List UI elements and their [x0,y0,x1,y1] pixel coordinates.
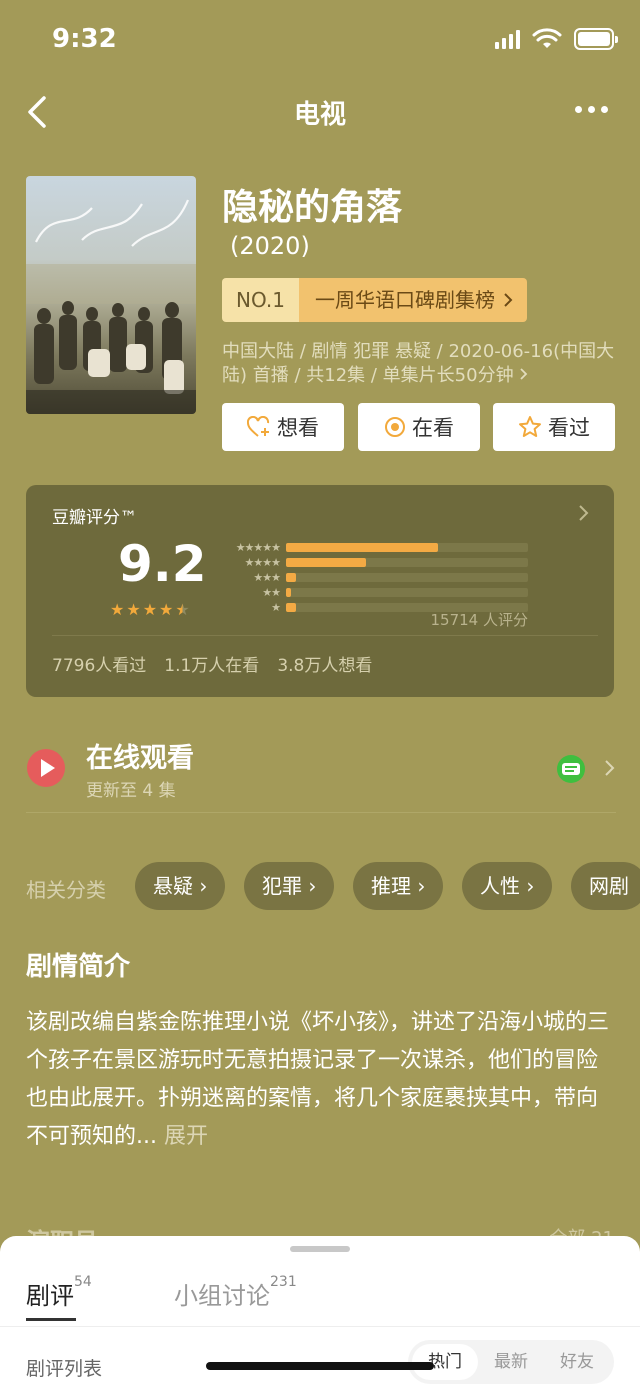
status-bar: 9:32 [0,0,640,80]
rating-dist-3: ★★★ [218,571,528,584]
movie-title: 隐秘的角落 [222,187,403,228]
synopsis-title: 剧情简介 [26,952,131,982]
rank-list-label: 一周华语口碑剧集榜 [314,288,495,312]
tab-underline [26,1318,76,1321]
want-button-label: 想看 [277,416,319,440]
rating-dist-4: ★★★★ [218,556,528,569]
five-stars-icon: ★★★★★ [235,541,281,554]
play-icon [27,749,65,787]
signal-icon [495,29,520,49]
rating-dist-bar [286,573,296,582]
rating-stars: ★ ★ ★ ★ ★ [110,600,190,619]
poster-title-art [35,199,190,247]
one-star-icon: ★ [271,601,281,614]
rank-list-link: 一周华语口碑剧集榜 [298,278,527,322]
rating-stats: 7796人看过 1.1万人在看 3.8万人想看 [52,651,372,676]
sort-latest[interactable]: 最新 [478,1344,544,1380]
online-watch-subtitle: 更新至 4 集 [86,781,176,801]
wifi-icon [532,28,562,48]
movie-meta-text: 中国大陆 / 剧情 犯罪 悬疑 / 2020-06-16(中国大陆) 首播 / … [222,341,615,386]
more-icon[interactable] [575,106,608,113]
divider [26,812,616,813]
chevron-right-icon [504,293,513,307]
chevron-right-icon [605,760,615,776]
iqiyi-icon [557,755,585,783]
tag-chip[interactable]: 悬疑 › [135,862,226,910]
rating-dist-5: ★★★★★ [218,541,528,554]
watching-button[interactable]: 在看 [358,403,480,451]
movie-year: (2020) [230,232,310,260]
tags-label: 相关分类 [26,878,106,902]
home-indicator[interactable] [206,1362,434,1370]
rating-card[interactable]: 豆瓣评分™ 9.2 ★ ★ ★ ★ ★ ★★★★★ ★★★★ ★★★ ★★ ★ 1571… [26,485,614,697]
status-time: 9:32 [52,24,117,54]
rating-star-icon: ★ [126,600,141,619]
rating-star-icon: ★ [159,600,174,619]
synopsis: 该剧改编自紫金陈推理小说《坏小孩》，讲述了沿海小城的三个孩子在景区游玩时无意拍摄… [26,1004,614,1156]
tag-chip[interactable]: 犯罪 › [244,862,335,910]
eye-circle-icon [385,417,405,437]
rank-number: NO.1 [222,278,299,322]
rating-count: 15714 人评分 [430,611,529,629]
rank-badge[interactable]: NO.1 一周华语口碑剧集榜 [222,278,527,322]
sort-friends[interactable]: 好友 [544,1344,610,1380]
heart-plus-icon [247,416,270,437]
nav-bar: 电视 [0,84,640,140]
watching-count: 1.1万人在看 [164,656,260,676]
want-count: 3.8万人想看 [277,656,373,676]
want-button[interactable]: 想看 [222,403,344,451]
watched-count: 7796人看过 [52,656,147,676]
drag-handle[interactable] [290,1246,350,1252]
poster-image[interactable] [26,176,196,414]
sort-switcher: 热门 最新 好友 [408,1340,614,1384]
related-tags-row: 相关分类 悬疑 › 犯罪 › 推理 › 人性 › 网剧 [26,862,640,912]
movie-meta[interactable]: 中国大陆 / 剧情 犯罪 悬疑 / 2020-06-16(中国大陆) 首播 / … [222,340,618,388]
review-list-label: 剧评列表 [26,1358,103,1380]
tag-chip[interactable]: 推理 › [353,862,444,910]
page-title: 电视 [293,100,346,130]
rating-dist-bar [286,603,296,612]
rating-dist-2: ★★ [218,586,528,599]
watched-button[interactable]: 看过 [493,403,615,451]
rating-dist-1: ★ [218,601,528,614]
rating-dist-bar [286,543,439,552]
four-stars-icon: ★★★★ [244,556,281,569]
tag-chip[interactable]: 网剧 [571,862,640,910]
tag-chip[interactable]: 人性 › [462,862,553,910]
watching-button-label: 在看 [412,416,454,440]
rating-dist-bar [286,558,366,567]
divider [0,1326,640,1327]
synopsis-text: 该剧改编自紫金陈推理小说《坏小孩》，讲述了沿海小城的三个孩子在景区游玩时无意拍摄… [26,1010,610,1149]
star-icon [519,416,541,437]
watched-button-label: 看过 [548,416,590,440]
rating-label: 豆瓣评分™ [52,508,137,528]
three-stars-icon: ★★★ [253,571,281,584]
expand-link[interactable]: 展开 [164,1124,208,1149]
chevron-right-icon [579,505,589,521]
poster-people-art [26,264,196,414]
online-watch-row[interactable]: 在线观看 更新至 4 集 [26,734,616,812]
two-stars-icon: ★★ [262,586,281,599]
battery-icon [574,28,618,50]
tab-group-discussion[interactable]: 小组讨论231 [174,1274,297,1311]
chevron-right-icon [520,368,528,380]
rating-score: 9.2 [118,535,207,593]
online-watch-title: 在线观看 [86,743,194,774]
tab-reviews[interactable]: 剧评54 [26,1274,92,1311]
rating-star-icon: ★ [175,600,190,619]
status-icons [495,28,618,50]
rating-star-icon: ★ [142,600,158,619]
rating-dist-bar [286,588,291,597]
divider [52,635,598,636]
rating-star-icon: ★ [110,600,125,619]
